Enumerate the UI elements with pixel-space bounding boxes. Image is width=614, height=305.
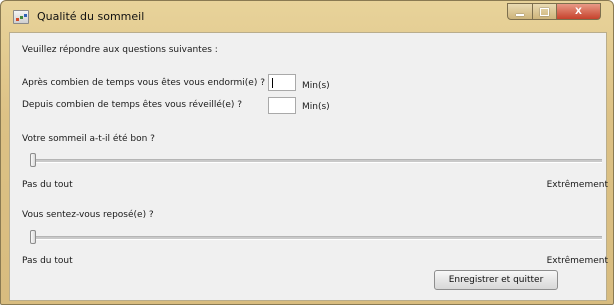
rested-slider-track[interactable] xyxy=(30,236,602,240)
sleep-latency-label: Après combien de temps vous êtes vous en… xyxy=(22,78,265,88)
sleep-quality-slider-track[interactable] xyxy=(30,159,602,163)
minimize-button[interactable] xyxy=(507,3,533,20)
sleep-quality-min-label: Pas du tout xyxy=(22,180,73,190)
sleep-quality-slider-thumb[interactable] xyxy=(30,153,36,167)
form-panel: Veuillez répondre aux questions suivante… xyxy=(9,32,608,301)
close-icon: X xyxy=(575,6,582,17)
sleep-quality-question: Votre sommeil a-t-il été bon ? xyxy=(22,134,155,144)
title-bar[interactable]: Qualité du sommeil X xyxy=(1,1,613,31)
sleep-latency-unit: Min(s) xyxy=(302,81,330,91)
close-button[interactable]: X xyxy=(557,3,601,20)
instruction-text: Veuillez répondre aux questions suivante… xyxy=(22,45,218,55)
rested-max-label: Extrêmement xyxy=(546,256,608,266)
rested-min-label: Pas du tout xyxy=(22,256,73,266)
maximize-button[interactable] xyxy=(533,3,557,20)
window-title: Qualité du sommeil xyxy=(37,10,145,23)
sleep-quality-max-label: Extrêmement xyxy=(546,180,608,190)
text-caret xyxy=(272,78,273,88)
minimize-icon xyxy=(516,13,524,16)
awake-duration-input[interactable] xyxy=(268,97,296,114)
awake-duration-unit: Min(s) xyxy=(302,102,330,112)
rested-question: Vous sentez-vous reposé(e) ? xyxy=(22,210,154,220)
save-and-quit-button[interactable]: Enregistrer et quitter xyxy=(434,270,558,290)
awake-duration-label: Depuis combien de temps êtes vous réveil… xyxy=(22,100,243,110)
rested-slider-thumb[interactable] xyxy=(30,230,36,244)
sleep-latency-input[interactable] xyxy=(268,74,296,91)
app-window-icon xyxy=(13,10,29,24)
maximize-icon xyxy=(540,7,549,16)
window-controls: X xyxy=(507,3,601,21)
application-window: Qualité du sommeil X Veuillez répondre a… xyxy=(0,0,614,305)
